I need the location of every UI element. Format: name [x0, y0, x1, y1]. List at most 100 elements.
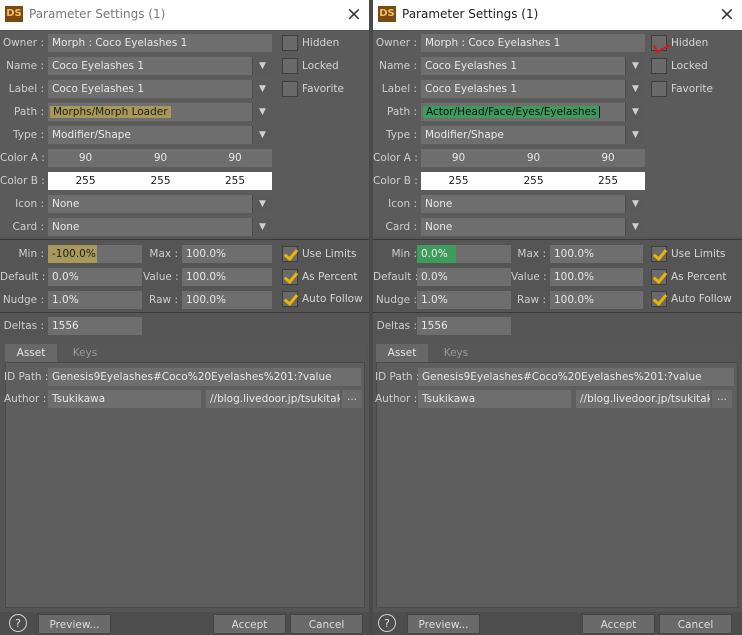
card-dropdown-icon[interactable]: ▼: [252, 218, 272, 236]
color-a-swatch[interactable]: 90 90 90: [421, 149, 645, 167]
cancel-button[interactable]: Cancel: [659, 614, 732, 634]
title-bar: DS Parameter Settings (1) ×: [0, 0, 369, 30]
name-dropdown-icon[interactable]: ▼: [625, 57, 645, 75]
help-icon[interactable]: ?: [9, 614, 27, 632]
path-dropdown-icon[interactable]: ▼: [625, 103, 645, 121]
card-field[interactable]: None: [421, 218, 625, 236]
type-field[interactable]: Modifier/Shape: [48, 126, 252, 144]
tab-asset[interactable]: Asset: [5, 344, 57, 362]
path-dropdown-icon[interactable]: ▼: [252, 103, 272, 121]
locked-checkbox[interactable]: [651, 58, 667, 74]
type-field[interactable]: Modifier/Shape: [421, 126, 625, 144]
name-dropdown-icon[interactable]: ▼: [252, 57, 272, 75]
path-field[interactable]: Morphs/Morph Loader: [48, 103, 252, 121]
id-path-field: Genesis9Eyelashes#Coco%20Eyelashes%201:?…: [48, 368, 361, 386]
color-a-g: 90: [153, 152, 168, 164]
color-b-swatch[interactable]: 255 255 255: [48, 172, 272, 190]
type-label: Type :: [386, 129, 417, 141]
default-label: Default :: [373, 271, 419, 283]
icon-field[interactable]: None: [48, 195, 252, 213]
icon-dropdown-icon[interactable]: ▼: [252, 195, 272, 213]
window-title: Parameter Settings (1): [29, 7, 166, 21]
nudge-field[interactable]: 1.0%: [48, 291, 142, 309]
locked-label: Locked: [302, 60, 339, 72]
default-field[interactable]: 0.0%: [48, 268, 142, 286]
locked-checkbox[interactable]: [282, 58, 298, 74]
help-icon[interactable]: ?: [378, 614, 396, 632]
nudge-field[interactable]: 1.0%: [417, 291, 511, 309]
name-field[interactable]: Coco Eyelashes 1: [48, 57, 252, 75]
label-dropdown-icon[interactable]: ▼: [252, 80, 272, 98]
min-label: Min :: [391, 248, 417, 260]
value-field[interactable]: 100.0%: [182, 268, 272, 286]
deltas-label: Deltas :: [3, 320, 44, 332]
color-b-b: 255: [597, 175, 619, 187]
color-a-r: 90: [78, 152, 93, 164]
use-limits-checkbox[interactable]: [282, 246, 298, 262]
deltas-label: Deltas :: [376, 320, 417, 332]
max-label: Max :: [517, 248, 546, 260]
author-field: Tsukikawa: [48, 390, 201, 408]
cancel-button[interactable]: Cancel: [290, 614, 363, 634]
use-limits-label: Use Limits: [302, 248, 357, 260]
tab-bar: Asset Keys: [5, 344, 365, 362]
min-field[interactable]: 0.0%: [417, 245, 511, 263]
label-field[interactable]: Coco Eyelashes 1: [421, 80, 625, 98]
label-field[interactable]: Coco Eyelashes 1: [48, 80, 252, 98]
hidden-checkbox[interactable]: [282, 35, 298, 51]
hidden-checkbox[interactable]: [651, 35, 667, 51]
type-dropdown-icon[interactable]: ▼: [252, 126, 272, 144]
separator: [373, 239, 742, 240]
accept-button[interactable]: Accept: [582, 614, 655, 634]
tab-asset[interactable]: Asset: [376, 344, 428, 362]
author-url-field: //blog.livedoor.jp/tsukitaku/: [206, 390, 340, 408]
as-percent-checkbox[interactable]: [651, 269, 667, 285]
value-field[interactable]: 100.0%: [550, 268, 643, 286]
owner-field: Morph : Coco Eyelashes 1: [421, 34, 645, 52]
color-a-swatch[interactable]: 90 90 90: [48, 149, 272, 167]
name-field[interactable]: Coco Eyelashes 1: [421, 57, 625, 75]
raw-field[interactable]: 100.0%: [182, 291, 272, 309]
color-b-g: 255: [523, 175, 544, 187]
close-icon[interactable]: ×: [719, 2, 735, 26]
name-label: Name :: [6, 60, 44, 72]
favorite-label: Favorite: [671, 83, 713, 95]
max-field[interactable]: 100.0%: [182, 245, 272, 263]
default-field[interactable]: 0.0%: [417, 268, 511, 286]
label-dropdown-icon[interactable]: ▼: [625, 80, 645, 98]
color-b-g: 255: [150, 175, 171, 187]
as-percent-checkbox[interactable]: [282, 269, 298, 285]
color-b-r: 255: [448, 175, 469, 187]
close-icon[interactable]: ×: [346, 2, 362, 26]
preview-button[interactable]: Preview...: [38, 614, 111, 634]
separator: [373, 312, 742, 313]
min-field[interactable]: -100.0%: [48, 245, 142, 263]
tab-keys[interactable]: Keys: [59, 344, 111, 362]
auto-follow-checkbox[interactable]: [651, 291, 667, 307]
color-a-g: 90: [526, 152, 541, 164]
app-logo: DS: [378, 6, 396, 22]
card-dropdown-icon[interactable]: ▼: [625, 218, 645, 236]
favorite-checkbox[interactable]: [651, 81, 667, 97]
label-label: Label :: [381, 83, 417, 95]
type-dropdown-icon[interactable]: ▼: [625, 126, 645, 144]
max-field[interactable]: 100.0%: [550, 245, 643, 263]
color-b-label: Color B :: [373, 175, 418, 187]
card-field[interactable]: None: [48, 218, 252, 236]
color-b-b: 255: [224, 175, 246, 187]
accept-button[interactable]: Accept: [213, 614, 286, 634]
color-b-swatch[interactable]: 255 255 255: [421, 172, 645, 190]
favorite-label: Favorite: [302, 83, 344, 95]
preview-button[interactable]: Preview...: [407, 614, 480, 634]
icon-dropdown-icon[interactable]: ▼: [625, 195, 645, 213]
tab-keys[interactable]: Keys: [430, 344, 482, 362]
hidden-label: Hidden: [302, 37, 340, 49]
auto-follow-checkbox[interactable]: [282, 291, 298, 307]
author-browse-button[interactable]: ...: [342, 390, 362, 408]
icon-field[interactable]: None: [421, 195, 625, 213]
raw-field[interactable]: 100.0%: [550, 291, 643, 309]
favorite-checkbox[interactable]: [282, 81, 298, 97]
path-field[interactable]: Actor/Head/Face/Eyes/Eyelashes: [421, 103, 625, 121]
author-browse-button[interactable]: ...: [712, 390, 732, 408]
use-limits-checkbox[interactable]: [651, 246, 667, 262]
